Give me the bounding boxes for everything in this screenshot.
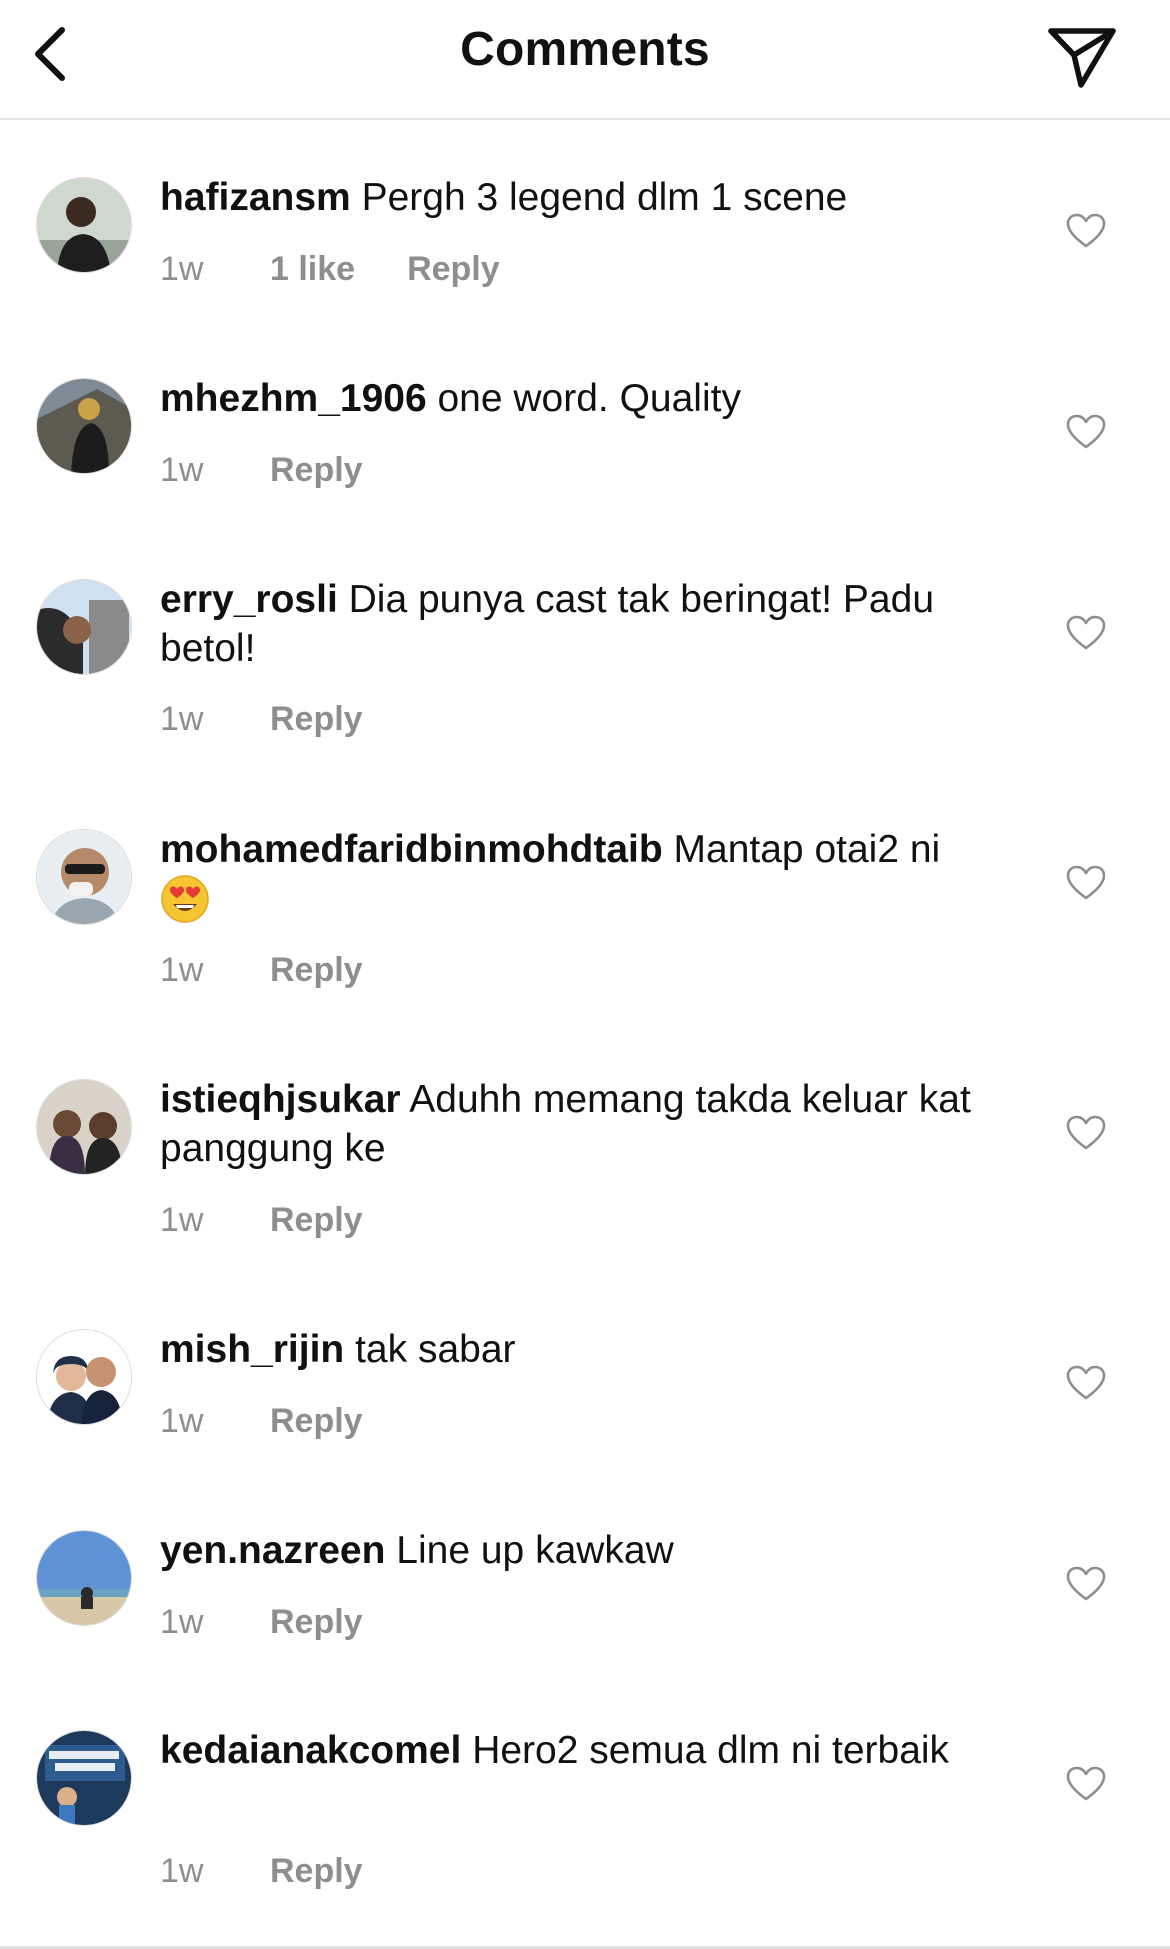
comment-time: 1w	[160, 951, 204, 989]
avatar[interactable]	[36, 1730, 132, 1826]
comment-username[interactable]: mish_rijin	[160, 1328, 344, 1371]
comment-username[interactable]: erry_rosli	[160, 578, 338, 621]
reply-button[interactable]: Reply	[407, 250, 500, 289]
comment-username[interactable]: hafizansm	[160, 176, 351, 219]
comment-username[interactable]: mhezhm_1906	[160, 377, 427, 420]
like-button[interactable]	[1064, 1562, 1108, 1606]
avatar[interactable]	[36, 1530, 132, 1626]
comment-time: 1w	[160, 1852, 204, 1890]
comment-body: yen.nazreen Line up kawkaw	[160, 1526, 980, 1575]
comment-username[interactable]: istieqhjsukar	[160, 1078, 401, 1121]
page-title: Comments	[460, 23, 710, 76]
reply-button[interactable]: Reply	[270, 700, 363, 739]
comment-meta: 1w Reply	[160, 1402, 363, 1441]
comment-likes[interactable]: 1 like	[270, 250, 355, 289]
comment-text: Pergh 3 legend dlm 1 scene	[361, 176, 848, 219]
comment-meta: 1w Reply	[160, 1603, 363, 1642]
comment-time: 1w	[160, 1603, 204, 1641]
comment-text: tak sabar	[355, 1328, 516, 1371]
heart-icon	[1066, 414, 1106, 449]
comment-text: Mantap otai2 ni	[673, 828, 941, 871]
comment-meta: 1w 1 like Reply	[160, 250, 500, 289]
comment-meta: 1w Reply	[160, 1201, 363, 1240]
avatar[interactable]	[36, 378, 132, 474]
comment-time: 1w	[160, 1402, 204, 1440]
comment-meta: 1w Reply	[160, 700, 363, 739]
comment-text: one word. Quality	[437, 377, 741, 420]
comment-time: 1w	[160, 700, 204, 738]
avatar[interactable]	[36, 177, 132, 273]
comment-body: kedaianakcomel Hero2 semua dlm ni terbai…	[160, 1726, 980, 1775]
like-button[interactable]	[1064, 861, 1108, 905]
avatar[interactable]	[36, 579, 132, 675]
like-button[interactable]	[1064, 1762, 1108, 1806]
reply-button[interactable]: Reply	[270, 1201, 363, 1240]
share-button[interactable]	[1042, 18, 1122, 98]
comment-time: 1w	[160, 1201, 204, 1239]
comment-meta: 1w Reply	[160, 451, 363, 490]
like-button[interactable]	[1064, 410, 1108, 454]
comment-text: Line up kawkaw	[396, 1529, 674, 1572]
comment-time: 1w	[160, 250, 204, 288]
comment-body: mohamedfaridbinmohdtaib Mantap otai2 ni	[160, 825, 980, 926]
heart-icon	[1066, 1115, 1106, 1150]
comment-meta: 1w Reply	[160, 951, 363, 990]
like-button[interactable]	[1064, 611, 1108, 655]
comment-body: erry_rosli Dia punya cast tak beringat! …	[160, 575, 980, 673]
like-button[interactable]	[1064, 1111, 1108, 1155]
like-button[interactable]	[1064, 209, 1108, 253]
heart-icon	[1066, 213, 1106, 248]
comment-body: hafizansm Pergh 3 legend dlm 1 scene	[160, 173, 980, 222]
reply-button[interactable]: Reply	[270, 451, 363, 490]
comment-body: mhezhm_1906 one word. Quality	[160, 374, 980, 423]
heart-icon	[1066, 1566, 1106, 1601]
header-bar: Comments	[0, 0, 1170, 120]
heart-eyes-emoji	[161, 875, 209, 923]
comment-time: 1w	[160, 451, 204, 489]
comment-meta: 1w Reply	[160, 1852, 363, 1891]
comment-username[interactable]: yen.nazreen	[160, 1529, 385, 1572]
comment-body: istieqhjsukar Aduhh memang takda keluar …	[160, 1075, 980, 1173]
comment-text: Hero2 semua dlm ni terbaik	[472, 1729, 950, 1772]
reply-button[interactable]: Reply	[270, 1852, 363, 1891]
like-button[interactable]	[1064, 1361, 1108, 1405]
comment-username[interactable]: kedaianakcomel	[160, 1729, 461, 1772]
comment-body: mish_rijin tak sabar	[160, 1325, 980, 1374]
avatar[interactable]	[36, 1079, 132, 1175]
avatar[interactable]	[36, 1329, 132, 1425]
avatar[interactable]	[36, 829, 132, 925]
reply-button[interactable]: Reply	[270, 1402, 363, 1441]
heart-icon	[1066, 1365, 1106, 1400]
heart-icon	[1066, 1766, 1106, 1801]
paper-plane-icon	[1048, 28, 1116, 88]
comment-username[interactable]: mohamedfaridbinmohdtaib	[160, 828, 663, 871]
reply-button[interactable]: Reply	[270, 951, 363, 990]
heart-icon	[1066, 865, 1106, 900]
reply-button[interactable]: Reply	[270, 1603, 363, 1642]
heart-icon	[1066, 615, 1106, 650]
